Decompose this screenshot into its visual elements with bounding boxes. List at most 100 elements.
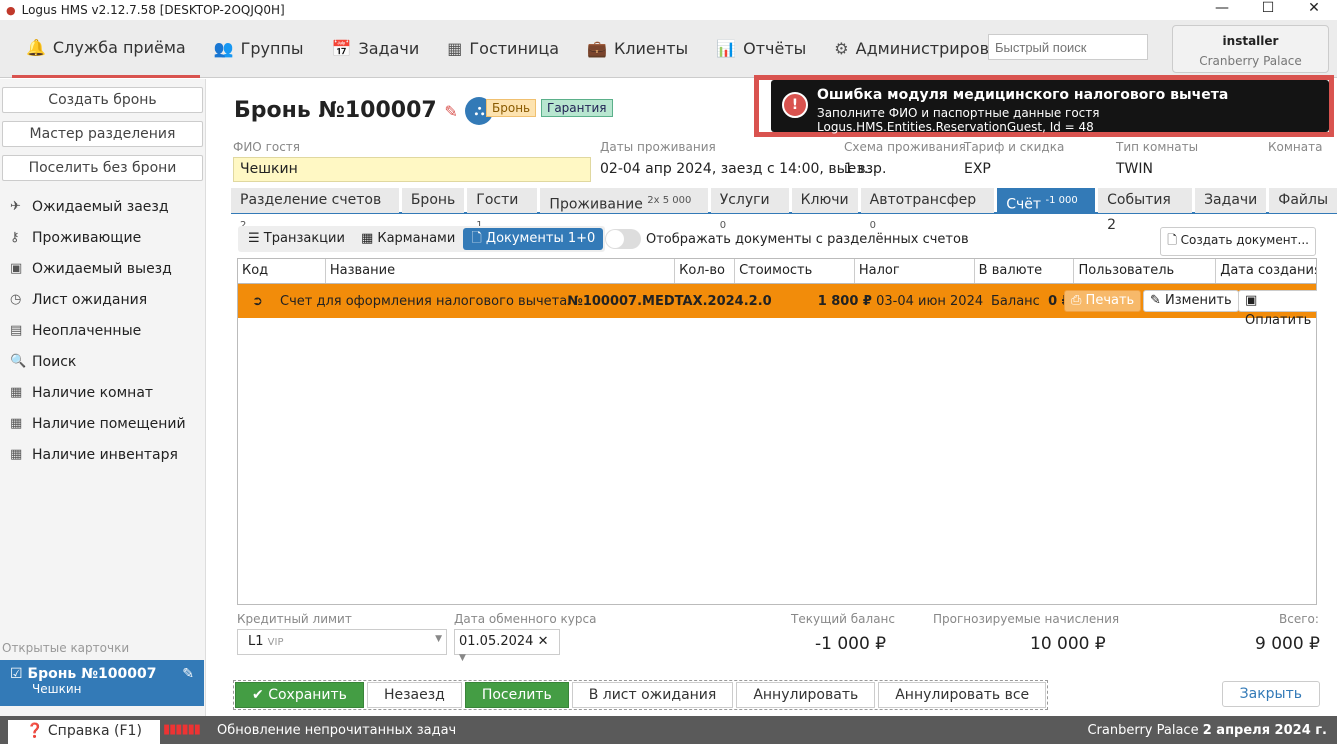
nav-tasks[interactable]: 📅 Задачи [318, 20, 434, 78]
save-button[interactable]: ✔ Сохранить [235, 682, 364, 708]
col-created[interactable]: Дата создания [1216, 259, 1316, 283]
tab-events[interactable]: События 2 [1098, 188, 1193, 233]
status-badge: Бронь [486, 99, 537, 117]
rate-date-input[interactable]: 01.05.2024 ✕ ▼ [454, 629, 560, 663]
help-icon: ❓ [26, 723, 48, 739]
list-icon: ☰ [248, 231, 264, 246]
doc-number: №100007.MEDTAX.2024.2.0 [567, 293, 772, 309]
user-box[interactable]: installer Cranberry Palace [1172, 25, 1329, 73]
doc-name: Счет для оформления налогового вычета [280, 293, 568, 309]
sidebar-item-arrivals[interactable]: ✈ Ожидаемый заезд [0, 191, 205, 222]
sidebar-item-rooms[interactable]: ▦ Наличие комнат [0, 377, 205, 408]
sidebar-item-search[interactable]: 🔍 Поиск [0, 346, 205, 377]
maximize-button[interactable]: ☐ [1245, 0, 1291, 16]
create-document-button[interactable]: 🗋 Создать документ... [1160, 227, 1316, 256]
nav-label: Группы [240, 39, 304, 58]
sidebar-item-label: Наличие комнат [32, 384, 154, 401]
nav-front-desk[interactable]: 🔔 Служба приёма [12, 20, 200, 78]
nav-reports[interactable]: 📊 Отчёты [702, 20, 820, 78]
col-qty[interactable]: Кол-во [675, 259, 736, 283]
pencil-icon[interactable]: ✎ [182, 666, 194, 682]
col-cost[interactable]: Стоимость [735, 259, 855, 283]
tab-account[interactable]: Счёт -1 000 ₽ [997, 188, 1096, 236]
tab-files[interactable]: Файлы [1269, 188, 1337, 213]
tab-split[interactable]: Разделение счетов 2 [231, 188, 399, 231]
cancel-all-button[interactable]: Аннулировать все [878, 682, 1047, 708]
edit-pencil-icon[interactable]: ✎ [444, 102, 457, 121]
tab-keys[interactable]: Ключи [791, 188, 858, 213]
status-bar: ❓ Справка (F1) ▮▮▮▮▮▮ Обновление непрочи… [0, 716, 1337, 744]
booking-fields: ФИО гостя Чешкин Даты проживания 02-04 а… [233, 137, 1337, 183]
col-tax[interactable]: Налог [855, 259, 975, 283]
cancel-button[interactable]: Аннулировать [736, 682, 876, 708]
nav-hotel[interactable]: ▦ Гостиница [433, 20, 573, 78]
col-name[interactable]: Название [326, 259, 676, 283]
sidebar-item-inventory[interactable]: ▦ Наличие инвентаря [0, 439, 205, 470]
col-user[interactable]: Пользователь [1074, 259, 1217, 283]
checkin-button[interactable]: Поселить [464, 682, 569, 708]
close-window-button[interactable]: ✕ [1291, 0, 1337, 16]
sidebar-item-departures[interactable]: ▣ Ожидаемый выезд [0, 253, 205, 284]
create-booking-button[interactable]: Создать бронь [2, 87, 203, 113]
edit-button[interactable]: ✎ Изменить [1143, 290, 1239, 312]
col-currency[interactable]: В валюте [975, 259, 1075, 283]
key-icon: ⚷ [10, 230, 20, 245]
suitcase-icon: ▣ [10, 261, 23, 276]
sidebar-item-label: Лист ожидания [32, 291, 148, 308]
main-nav: 🔔 Служба приёма 👥 Группы 📅 Задачи ▦ Гостиниц… [0, 20, 1337, 78]
app-logo-icon: ● [6, 3, 16, 17]
tab-stay[interactable]: Проживание 2x 5 000 ₽ [540, 188, 708, 236]
toast-message: Заполните ФИО и паспортные данные гостя … [817, 106, 1100, 134]
grid-icon: ▦ [10, 416, 23, 431]
sidebar-item-waitlist[interactable]: ◷ Лист ожидания [0, 284, 205, 315]
total-value: 9 000 ₽ [1255, 634, 1320, 654]
tab-guests[interactable]: Гости 1 [467, 188, 538, 231]
dates-value: 02-04 апр 2024, заезд с 14:00, выез... [600, 161, 878, 177]
opened-cards-label: Открытые карточки [2, 641, 130, 655]
arrow-circle-icon[interactable]: ➲ [252, 294, 280, 309]
doc-amount: 1 800 ₽ [817, 293, 872, 309]
open-card[interactable]: ☑ Бронь №100007 ✎ Чешкин [0, 660, 204, 706]
tab-tasks[interactable]: Задачи [1195, 188, 1267, 213]
sidebar-item-unpaid[interactable]: ▤ Неоплаченные [0, 315, 205, 346]
tab-services[interactable]: Услуги 0 [710, 188, 789, 231]
help-button[interactable]: ❓ Справка (F1) [8, 720, 160, 744]
sidebar-item-label: Наличие инвентаря [32, 446, 178, 463]
minimize-button[interactable]: — [1199, 0, 1245, 16]
nav-groups[interactable]: 👥 Группы [200, 20, 318, 78]
nav-clients[interactable]: 💼 Клиенты [573, 20, 702, 78]
nav-label: Служба приёма [52, 37, 186, 57]
tab-transfer[interactable]: Автотрансфер 0 [860, 188, 995, 231]
table-row[interactable]: ➲ Счет для оформления налогового вычета №… [238, 284, 1318, 328]
status-message: Обновление непрочитанных задач [217, 723, 457, 738]
toggle-label: Отображать документы с разделённых счето… [646, 232, 969, 247]
sidebar-item-spaces[interactable]: ▦ Наличие помещений [0, 408, 205, 439]
tariff-value: EXP [964, 161, 991, 177]
tab-booking[interactable]: Бронь [401, 188, 465, 213]
print-button[interactable]: ⎙ Печать [1064, 290, 1142, 312]
page-title: Бронь №100007 ✎ ⛬ [234, 97, 494, 125]
users-icon: 👥 [213, 39, 234, 58]
pay-button[interactable]: ▣ Оплатить [1238, 290, 1318, 328]
no-show-button[interactable]: Незаезд [366, 682, 462, 708]
subtab-documents[interactable]: 🗋 Документы 1+0 [463, 228, 604, 250]
split-docs-toggle[interactable] [605, 229, 641, 249]
clock-icon: ◷ [10, 292, 22, 307]
user-name: installer [1222, 34, 1279, 48]
subtab-transactions[interactable]: ☰ Транзакции [240, 228, 353, 250]
split-wizard-button[interactable]: Мастер разделения [2, 121, 203, 147]
waitlist-button[interactable]: В лист ожидания [571, 682, 734, 708]
grid-icon: ▦ [10, 447, 23, 462]
chevron-down-icon: ▼ [435, 634, 442, 644]
sidebar-item-inhouse[interactable]: ⚷ Проживающие [0, 222, 205, 253]
error-toast[interactable]: ! Ошибка модуля медицинского налогового … [771, 80, 1329, 134]
search-icon: 🔍 [10, 354, 27, 369]
col-code[interactable]: Код [238, 259, 326, 283]
checkin-without-booking-button[interactable]: Поселить без брони [2, 155, 203, 181]
quick-search-input[interactable] [988, 34, 1148, 60]
subtab-pockets[interactable]: ▦ Карманами [353, 228, 463, 250]
money-icon: ▤ [10, 323, 23, 338]
close-button[interactable]: Закрыть [1221, 681, 1320, 707]
guest-field[interactable]: Чешкин [233, 157, 591, 182]
credit-limit-select[interactable]: L1 VIP ▼ [237, 629, 447, 655]
